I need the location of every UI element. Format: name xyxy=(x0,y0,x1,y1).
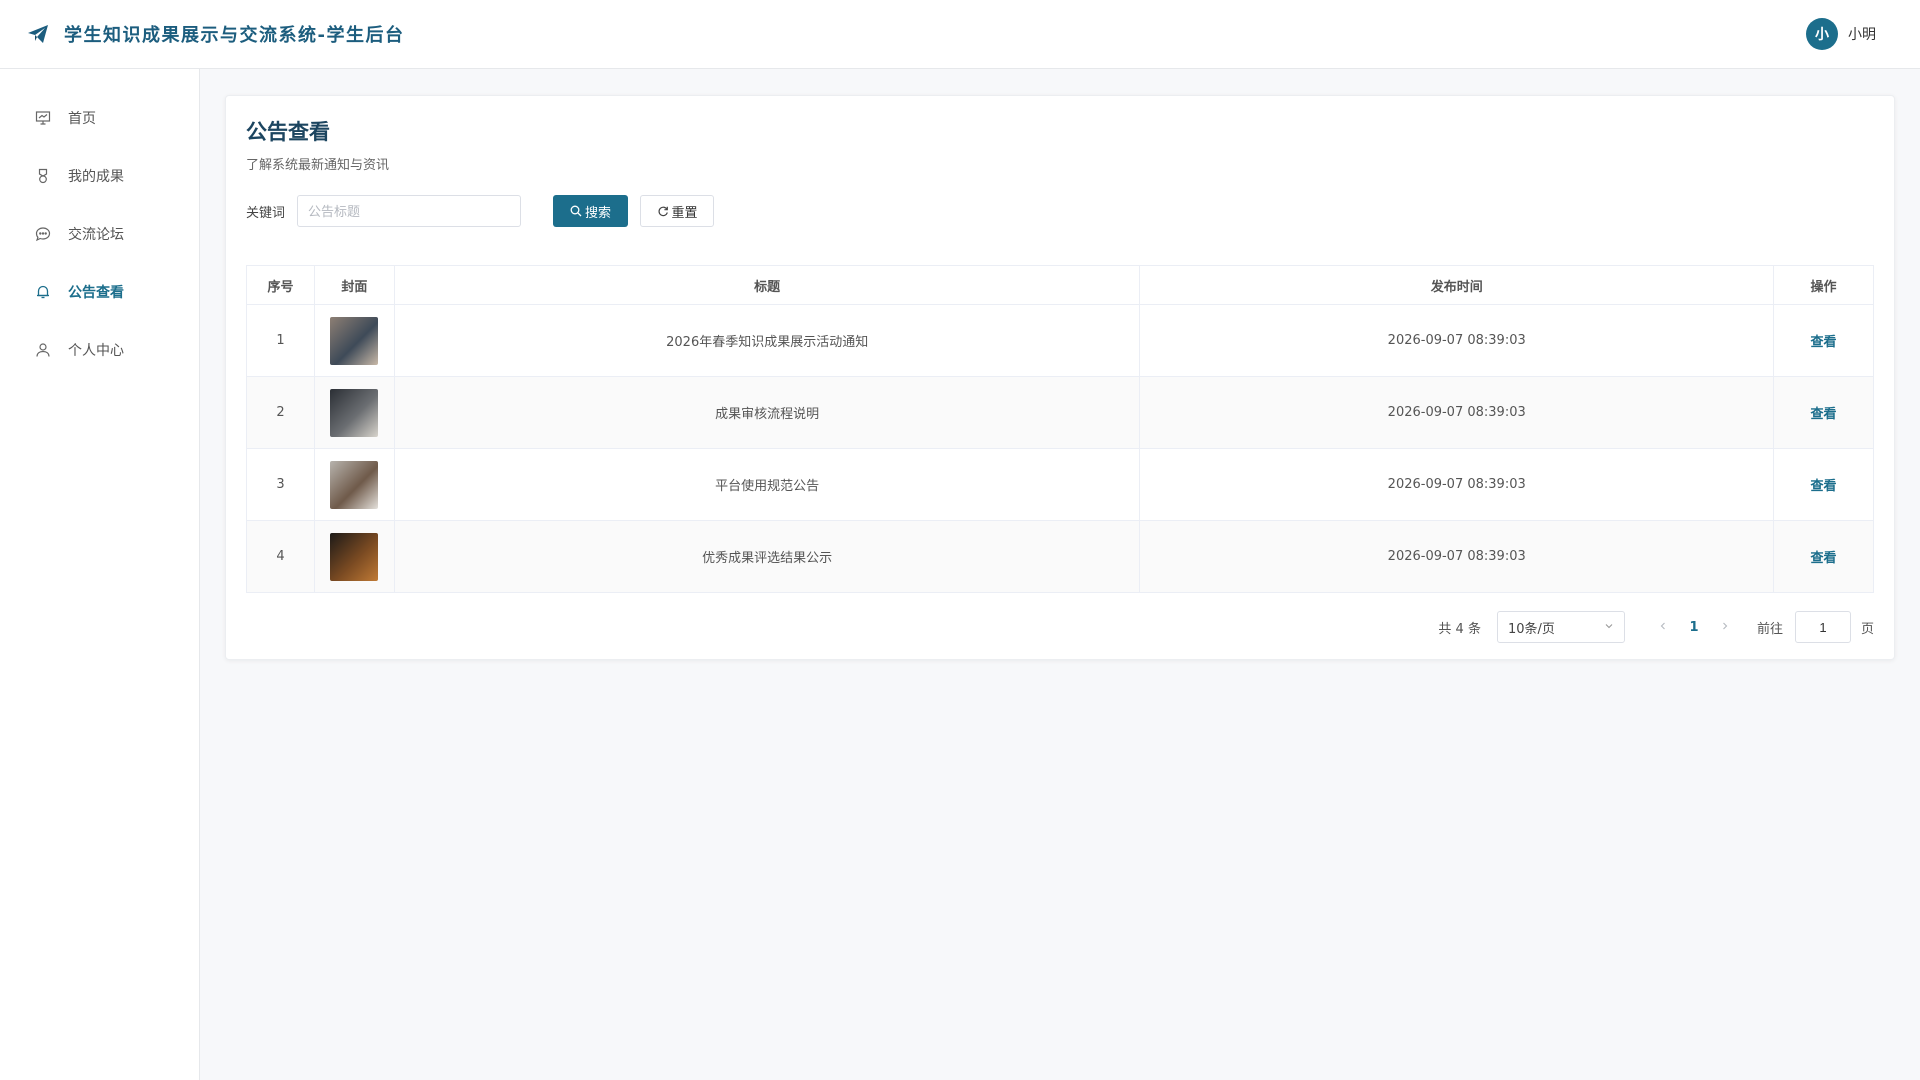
column-header-time: 发布时间 xyxy=(1139,265,1775,305)
top-header: 学生知识成果展示与交流系统-学生后台 小 小明 xyxy=(0,0,1920,69)
keyword-label: 关键词 xyxy=(246,205,286,221)
table-row: 3 平台使用规范公告 2026-09-07 08:39:03 查看 xyxy=(246,448,1874,521)
search-button-label: 搜索 xyxy=(585,204,612,220)
sidebar-item-forum[interactable]: 交流论坛 xyxy=(0,205,199,263)
cover-thumbnail[interactable] xyxy=(330,532,379,581)
cover-cell xyxy=(313,376,395,449)
row-publish-time: 2026-09-07 08:39:03 xyxy=(1139,520,1775,593)
table-row: 1 2026年春季知识成果展示活动通知 2026-09-07 08:39:03 … xyxy=(246,304,1874,377)
search-bar: 关键词 搜索 重置 xyxy=(246,195,1874,227)
column-header-title: 标题 xyxy=(393,265,1141,305)
actions-cell: 查看 xyxy=(1773,376,1874,449)
user-name[interactable]: 小明 xyxy=(1848,24,1876,44)
row-title: 平台使用规范公告 xyxy=(393,448,1141,521)
cover-thumbnail[interactable] xyxy=(330,388,379,437)
row-title: 2026年春季知识成果展示活动通知 xyxy=(393,304,1141,377)
column-header-cover: 封面 xyxy=(313,265,395,305)
app-title: 学生知识成果展示与交流系统-学生后台 xyxy=(64,25,405,46)
next-page-button[interactable] xyxy=(1713,620,1737,635)
prev-page-button[interactable] xyxy=(1651,620,1675,635)
row-publish-time: 2026-09-07 08:39:03 xyxy=(1139,448,1775,521)
goto-label: 前往 xyxy=(1756,621,1783,637)
view-button[interactable]: 查看 xyxy=(1811,551,1837,566)
reset-button[interactable]: 重置 xyxy=(640,195,715,227)
avatar[interactable]: 小 xyxy=(1806,18,1838,50)
page-subtitle: 了解系统最新通知与资讯 xyxy=(246,158,390,173)
sidebar: 首页 我的成果 交流论坛 公告查看 个人中心 xyxy=(0,69,200,1080)
cover-cell xyxy=(313,304,395,377)
sidebar-item-profile[interactable]: 个人中心 xyxy=(0,321,199,379)
chevron-right-icon xyxy=(1723,622,1728,629)
goto-page-input[interactable] xyxy=(1794,611,1851,643)
row-index: 3 xyxy=(246,448,315,521)
refresh-icon xyxy=(657,205,669,217)
paper-plane-icon xyxy=(26,22,50,46)
cover-thumbnail[interactable] xyxy=(330,460,379,509)
page-number-current[interactable]: 1 xyxy=(1679,620,1709,635)
row-title: 优秀成果评选结果公示 xyxy=(393,520,1141,593)
chevron-left-icon xyxy=(1660,622,1665,629)
announcement-card: 公告查看 了解系统最新通知与资讯 关键词 搜索 重置 序号 封面 标题 发布时 xyxy=(225,95,1895,660)
row-index: 1 xyxy=(246,304,315,377)
row-publish-time: 2026-09-07 08:39:03 xyxy=(1139,304,1775,377)
actions-cell: 查看 xyxy=(1773,304,1874,377)
sidebar-item-announcements[interactable]: 公告查看 xyxy=(0,263,199,321)
row-title: 成果审核流程说明 xyxy=(393,376,1141,449)
search-button[interactable]: 搜索 xyxy=(553,195,629,227)
chat-icon xyxy=(34,225,52,243)
cover-cell xyxy=(313,520,395,593)
column-header-index: 序号 xyxy=(246,265,315,305)
view-button[interactable]: 查看 xyxy=(1811,335,1837,350)
page-title: 公告查看 xyxy=(246,120,330,144)
cover-cell xyxy=(313,448,395,521)
table-header-row: 序号 封面 标题 发布时间 操作 xyxy=(246,265,1874,305)
column-header-actions: 操作 xyxy=(1773,265,1874,305)
search-icon xyxy=(570,205,582,217)
chevron-down-icon xyxy=(1604,620,1614,635)
view-button[interactable]: 查看 xyxy=(1811,407,1837,422)
actions-cell: 查看 xyxy=(1773,448,1874,521)
row-index: 4 xyxy=(246,520,315,593)
reset-button-label: 重置 xyxy=(671,204,698,220)
sidebar-item-my-achievements[interactable]: 我的成果 xyxy=(0,147,199,205)
sidebar-item-label: 个人中心 xyxy=(68,343,124,359)
page-size-select[interactable]: 10条/页 xyxy=(1496,611,1625,643)
sidebar-item-label: 我的成果 xyxy=(68,169,124,185)
actions-cell: 查看 xyxy=(1773,520,1874,593)
page-size-value: 10条/页 xyxy=(1507,621,1555,637)
presentation-icon xyxy=(34,109,52,127)
total-count: 共 4 条 xyxy=(1438,621,1481,637)
medal-icon xyxy=(34,167,52,185)
cover-thumbnail[interactable] xyxy=(330,316,379,365)
sidebar-item-label: 交流论坛 xyxy=(68,227,124,243)
table-row: 2 成果审核流程说明 2026-09-07 08:39:03 查看 xyxy=(246,376,1874,449)
announcement-table: 序号 封面 标题 发布时间 操作 1 2026年春季知识成果展示活动通知 202… xyxy=(246,265,1874,593)
page-suffix-label: 页 xyxy=(1860,621,1874,637)
bell-icon xyxy=(34,283,52,301)
row-index: 2 xyxy=(246,376,315,449)
search-input[interactable] xyxy=(297,195,522,227)
view-button[interactable]: 查看 xyxy=(1811,479,1837,494)
table-row: 4 优秀成果评选结果公示 2026-09-07 08:39:03 查看 xyxy=(246,520,1874,593)
sidebar-item-label: 公告查看 xyxy=(68,285,124,301)
row-publish-time: 2026-09-07 08:39:03 xyxy=(1139,376,1775,449)
brand: 学生知识成果展示与交流系统-学生后台 xyxy=(26,21,404,47)
sidebar-item-home[interactable]: 首页 xyxy=(0,89,199,147)
user-menu[interactable]: 小 小明 xyxy=(1806,18,1876,50)
pagination: 共 4 条 10条/页 1 前往 页 xyxy=(246,611,1874,643)
sidebar-item-label: 首页 xyxy=(68,111,96,127)
user-icon xyxy=(34,341,52,359)
